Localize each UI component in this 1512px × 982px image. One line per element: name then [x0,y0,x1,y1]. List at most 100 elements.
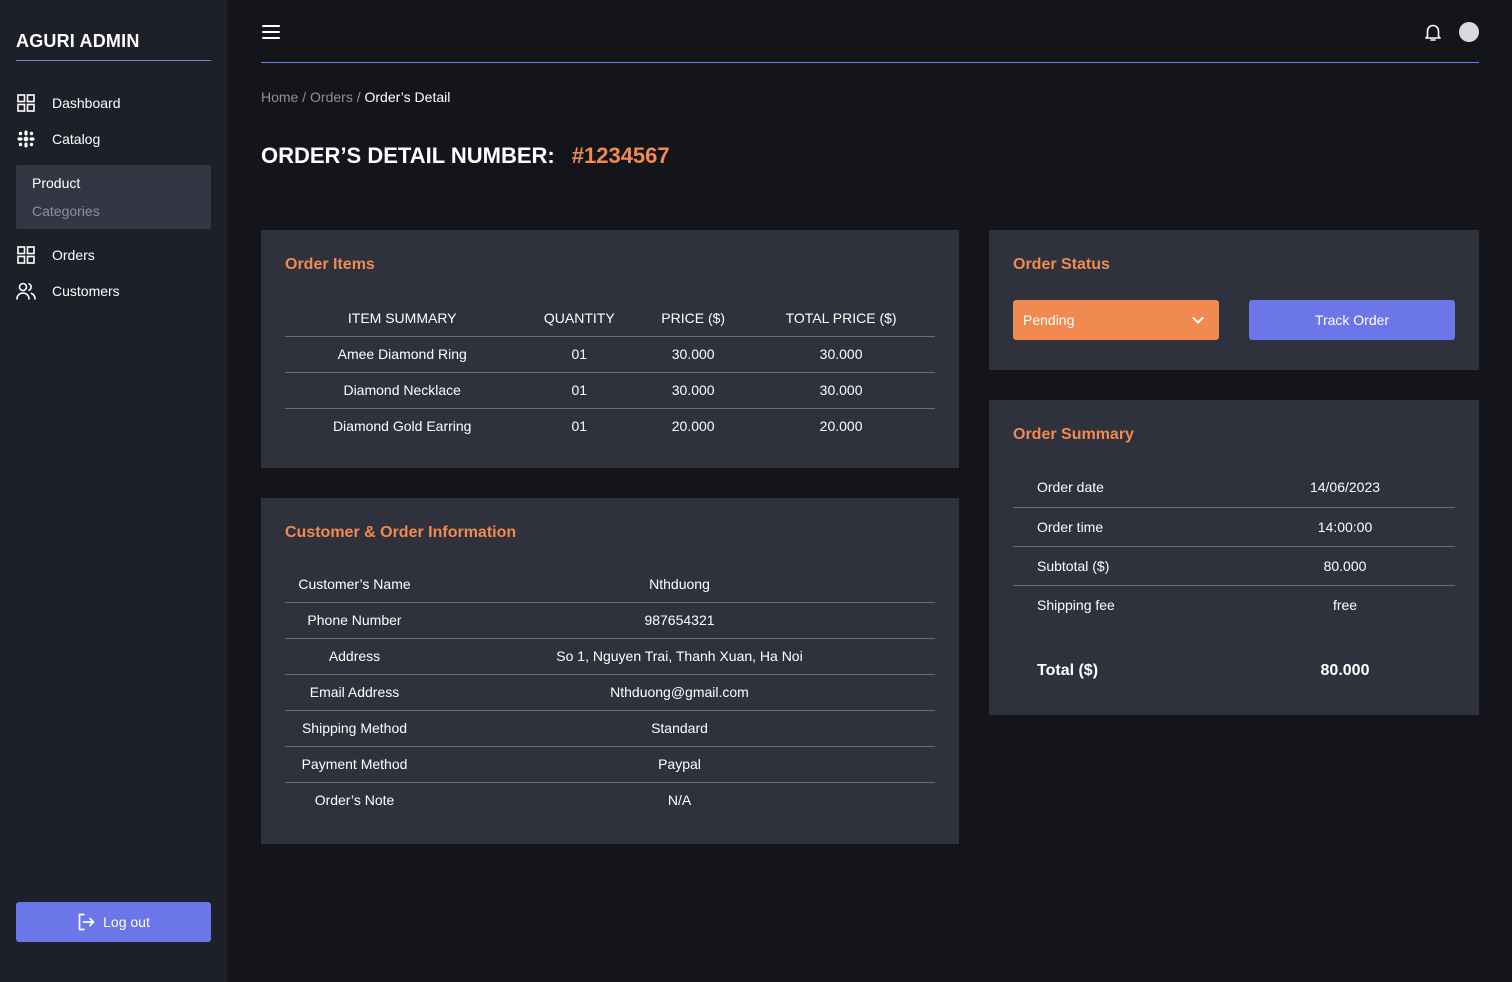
menu-toggle-icon[interactable] [262,25,280,39]
table-row: Diamond Gold Earring 01 20.000 20.000 [285,408,935,444]
catalog-submenu: Product Categories [16,165,211,229]
table-row: Shipping Method Standard [285,710,935,747]
customer-info-card: Customer & Order Information Customer’s … [261,498,959,844]
sidebar-item-label: Dashboard [52,95,121,111]
info-label: Order’s Note [314,792,395,809]
item-name: Amee Diamond Ring [285,336,520,373]
summary-value: 80.000 [1235,546,1455,586]
total-value: 80.000 [1320,662,1370,679]
logout-label: Log out [103,914,150,930]
submenu-item-categories[interactable]: Categories [32,203,100,219]
breadcrumb: Home / Orders / Order’s Detail [261,89,450,105]
table-row: Diamond Necklace 01 30.000 30.000 [285,372,935,409]
table-row: Payment Method Paypal [285,746,935,783]
table-row: Order’s Note N/A [285,782,935,818]
grid-icon [16,245,36,265]
sidebar-item-label: Customers [52,283,120,299]
table-row: Amee Diamond Ring 01 30.000 30.000 [285,336,935,373]
bell-icon[interactable] [1423,22,1443,42]
order-items-title: Order Items [285,256,375,273]
track-order-button[interactable]: Track Order [1249,300,1455,340]
brand-title: AGURI ADMIN [16,31,211,61]
table-row: Order date 14/06/2023 [1013,468,1455,508]
catalog-icon [16,129,36,149]
page-title: ORDER’S DETAIL NUMBER: #1234567 [261,143,670,169]
order-items-table: ITEM SUMMARY QUANTITY PRICE ($) TOTAL PR… [285,300,935,444]
breadcrumb-separator: / [302,89,307,105]
logout-icon [77,913,95,931]
summary-label: Subtotal ($) [1013,546,1235,586]
users-icon [16,281,36,301]
order-status-card: Order Status Pending Track Order [989,230,1479,370]
item-price: 30.000 [639,336,748,373]
order-summary-table: Order date 14/06/2023 Order time 14:00:0… [1013,468,1455,624]
info-label: Email Address [285,674,424,711]
info-label: Address [285,638,424,675]
info-label: Customer’s Name [285,566,424,603]
table-header-row: ITEM SUMMARY QUANTITY PRICE ($) TOTAL PR… [285,300,935,337]
table-row: Subtotal ($) 80.000 [1013,546,1455,586]
item-total: 30.000 [747,372,935,409]
order-items-card: Order Items ITEM SUMMARY QUANTITY PRICE … [261,230,959,468]
table-row: Shipping fee free [1013,585,1455,624]
item-total: 30.000 [747,336,935,373]
order-summary-title: Order Summary [1013,426,1134,443]
info-value: 987654321 [424,602,935,639]
info-label: Shipping Method [285,710,424,747]
table-row: Phone Number 987654321 [285,602,935,639]
item-quantity: 01 [519,372,640,409]
summary-label: Order time [1013,507,1235,547]
chevron-down-icon [1191,313,1205,330]
order-number: #1234567 [571,143,670,168]
header-divider [261,62,1479,63]
summary-label: Shipping fee [1037,596,1115,613]
summary-value: 14/06/2023 [1235,468,1455,508]
column-header: PRICE ($) [639,300,748,337]
breadcrumb-current: Order’s Detail [364,89,451,105]
submenu-item-product[interactable]: Product [32,175,80,191]
item-quantity: 01 [519,336,640,373]
item-name: Diamond Necklace [285,372,520,409]
breadcrumb-home[interactable]: Home [261,89,298,105]
order-status-title: Order Status [1013,256,1110,273]
sidebar-item-customers[interactable]: Customers [16,279,211,303]
summary-value: 14:00:00 [1235,507,1455,547]
item-quantity: 01 [571,418,588,435]
logout-button[interactable]: Log out [16,902,211,942]
total-label: Total ($) [1037,662,1099,679]
item-price: 30.000 [639,372,748,409]
item-price: 20.000 [671,418,715,435]
breadcrumb-orders[interactable]: Orders [310,89,353,105]
table-row: Order time 14:00:00 [1013,507,1455,547]
table-row: Email Address Nthduong@gmail.com [285,674,935,711]
info-label: Phone Number [285,602,424,639]
table-row: Address So 1, Nguyen Trai, Thanh Xuan, H… [285,638,935,675]
column-header: ITEM SUMMARY [285,300,520,337]
breadcrumb-separator: / [356,89,361,105]
column-header: QUANTITY [519,300,640,337]
status-dropdown[interactable]: Pending [1013,300,1219,340]
sidebar-item-label: Catalog [52,131,101,147]
summary-value: free [1332,596,1358,613]
sidebar-item-catalog[interactable]: Catalog [16,127,211,151]
column-header: TOTAL PRICE ($) [747,300,935,337]
customer-info-title: Customer & Order Information [285,524,517,541]
page-title-label: ORDER’S DETAIL NUMBER: [261,143,555,168]
item-name: Diamond Gold Earring [332,418,472,435]
info-value: N/A [667,792,692,809]
item-total: 20.000 [819,418,863,435]
sidebar-item-label: Orders [52,247,95,263]
sidebar-item-orders[interactable]: Orders [16,243,211,267]
info-label: Payment Method [285,746,424,783]
sidebar: AGURI ADMIN Dashboard Catalog Product Ca… [0,0,227,982]
info-value: Nthduong [424,566,935,603]
sidebar-item-dashboard[interactable]: Dashboard [16,91,211,115]
table-row: Customer’s Name Nthduong [285,566,935,603]
avatar[interactable] [1459,22,1479,42]
info-value: Standard [424,710,935,747]
info-value: So 1, Nguyen Trai, Thanh Xuan, Ha Noi [424,638,935,675]
info-value: Nthduong@gmail.com [424,674,935,711]
info-value: Paypal [424,746,935,783]
summary-label: Order date [1013,468,1235,508]
grid-icon [16,93,36,113]
